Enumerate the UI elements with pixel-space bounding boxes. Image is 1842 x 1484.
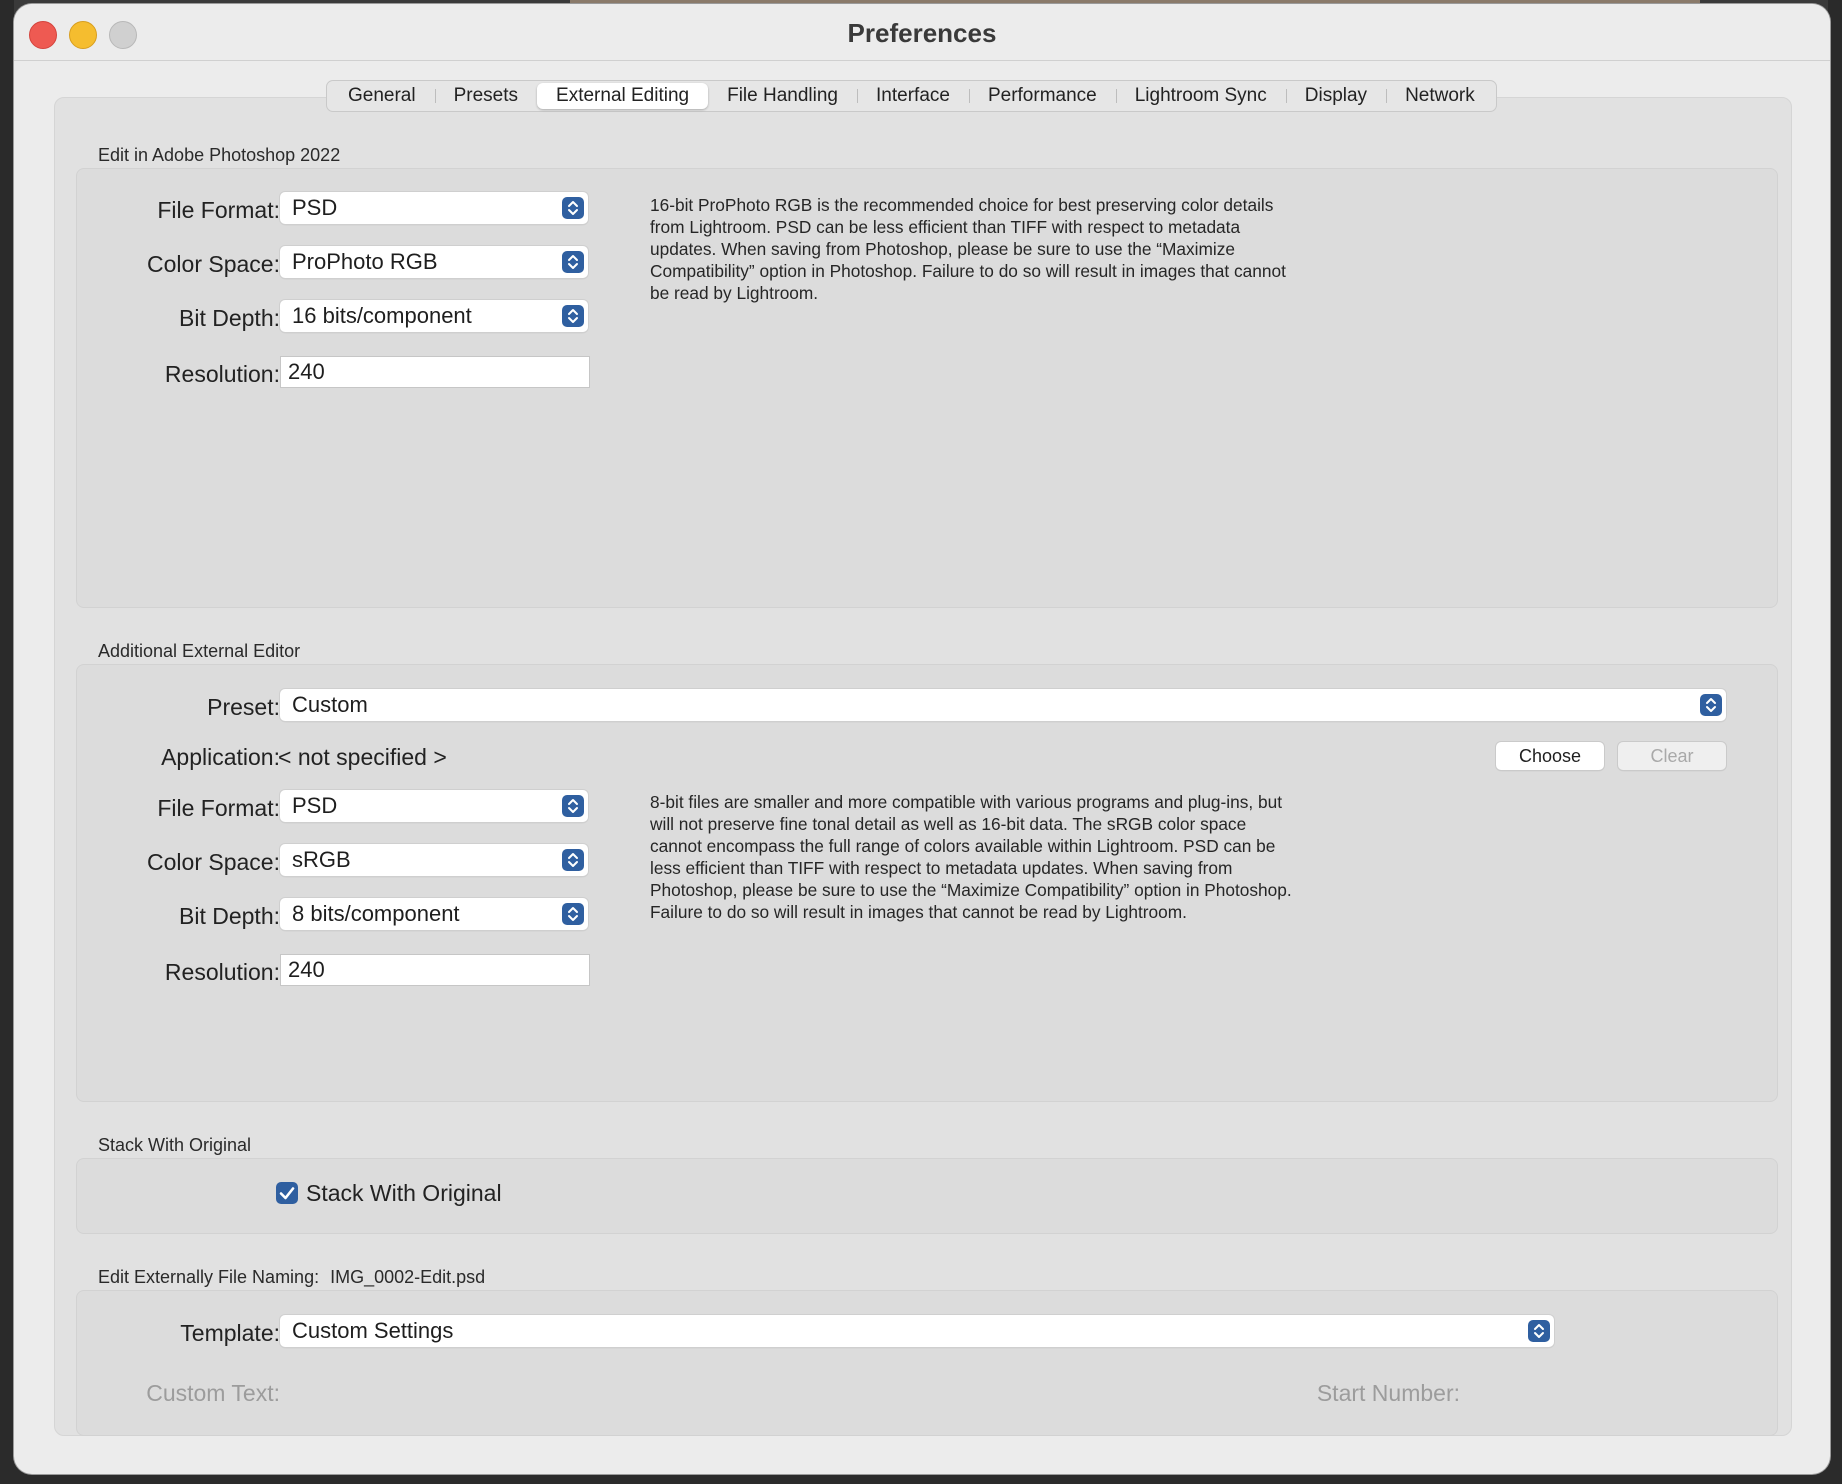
preferences-tab-bar: General Presets External Editing File Ha… — [326, 80, 1497, 112]
checkmark-icon — [279, 1187, 295, 1200]
start-number-label: Start Number: — [1316, 1380, 1460, 1406]
editor-bit-depth-value: 8 bits/component — [292, 901, 460, 926]
tab-network[interactable]: Network — [1386, 83, 1494, 109]
application-value: < not specified > — [278, 744, 447, 770]
photoshop-file-format-label: File Format: — [157, 197, 280, 223]
editor-bit-depth-popup[interactable]: 8 bits/component — [280, 898, 588, 930]
up-down-chevron-icon — [562, 903, 584, 925]
up-down-chevron-icon — [562, 849, 584, 871]
tab-lightroom-sync[interactable]: Lightroom Sync — [1115, 83, 1286, 109]
template-label: Template: — [180, 1320, 280, 1346]
naming-group — [76, 1290, 1778, 1436]
naming-section-title: Edit Externally File Naming: IMG_0002-Ed… — [98, 1267, 485, 1288]
stack-with-original-label[interactable]: Stack With Original — [306, 1180, 502, 1207]
editor-color-space-popup[interactable]: sRGB — [280, 844, 588, 876]
preset-popup[interactable]: Custom — [280, 689, 1726, 721]
photoshop-resolution-label: Resolution: — [164, 361, 280, 387]
photoshop-file-format-value: PSD — [292, 195, 338, 220]
editor-file-format-label: File Format: — [157, 795, 280, 821]
photoshop-color-space-value: ProPhoto RGB — [292, 249, 438, 274]
template-value: Custom Settings — [292, 1318, 454, 1343]
desktop-background-right — [1828, 0, 1842, 1484]
editor-color-space-value: sRGB — [292, 847, 351, 872]
tab-display[interactable]: Display — [1285, 83, 1386, 109]
preferences-window: Preferences General Presets External Edi… — [14, 4, 1830, 1474]
tab-performance[interactable]: Performance — [968, 83, 1116, 109]
editor-resolution-label: Resolution: — [164, 959, 280, 985]
editor-bit-depth-label: Bit Depth: — [179, 903, 280, 929]
editor-resolution-field[interactable]: 240 — [280, 954, 590, 986]
preset-value: Custom — [292, 692, 368, 717]
up-down-chevron-icon — [1700, 694, 1722, 716]
additional-editor-section-title: Additional External Editor — [98, 641, 301, 661]
editor-file-format-popup[interactable]: PSD — [280, 790, 588, 822]
up-down-chevron-icon — [1528, 1320, 1550, 1342]
custom-text-label: Custom Text: — [146, 1380, 280, 1406]
photoshop-color-space-popup[interactable]: ProPhoto RGB — [280, 246, 588, 278]
photoshop-bit-depth-value: 16 bits/component — [292, 303, 472, 328]
tab-presets[interactable]: Presets — [434, 83, 537, 109]
photoshop-section-title: Edit in Adobe Photoshop 2022 — [98, 145, 341, 165]
editor-color-space-label: Color Space: — [147, 849, 280, 875]
editor-description: 8-bit files are smaller and more compati… — [650, 792, 1292, 922]
naming-section-label: Edit Externally File Naming: — [98, 1267, 320, 1287]
editor-file-format-value: PSD — [292, 793, 338, 818]
tab-interface[interactable]: Interface — [857, 83, 969, 109]
example-filename: IMG_0002-Edit.psd — [330, 1267, 486, 1287]
photoshop-description: 16-bit ProPhoto RGB is the recommended c… — [650, 195, 1286, 303]
stack-with-original-checkbox[interactable] — [276, 1182, 298, 1204]
tab-general[interactable]: General — [329, 83, 435, 109]
clear-button[interactable]: Clear — [1618, 742, 1726, 770]
tab-file-handling[interactable]: File Handling — [708, 83, 857, 109]
photoshop-file-format-popup[interactable]: PSD — [280, 192, 588, 224]
desktop-background-left — [0, 0, 14, 1484]
preset-label: Preset: — [207, 694, 280, 720]
title-bar: Preferences — [14, 4, 1830, 61]
photoshop-color-space-label: Color Space: — [147, 251, 280, 277]
up-down-chevron-icon — [562, 251, 584, 273]
application-label: Application: — [161, 744, 280, 770]
choose-button[interactable]: Choose — [1496, 742, 1604, 770]
up-down-chevron-icon — [562, 305, 584, 327]
up-down-chevron-icon — [562, 795, 584, 817]
stack-section-title: Stack With Original — [98, 1135, 252, 1155]
photoshop-bit-depth-popup[interactable]: 16 bits/component — [280, 300, 588, 332]
up-down-chevron-icon — [562, 197, 584, 219]
photoshop-resolution-field[interactable]: 240 — [280, 356, 590, 388]
window-title: Preferences — [847, 18, 997, 48]
tab-external-editing[interactable]: External Editing — [537, 83, 709, 109]
template-popup[interactable]: Custom Settings — [280, 1315, 1554, 1347]
photoshop-bit-depth-label: Bit Depth: — [179, 305, 280, 331]
